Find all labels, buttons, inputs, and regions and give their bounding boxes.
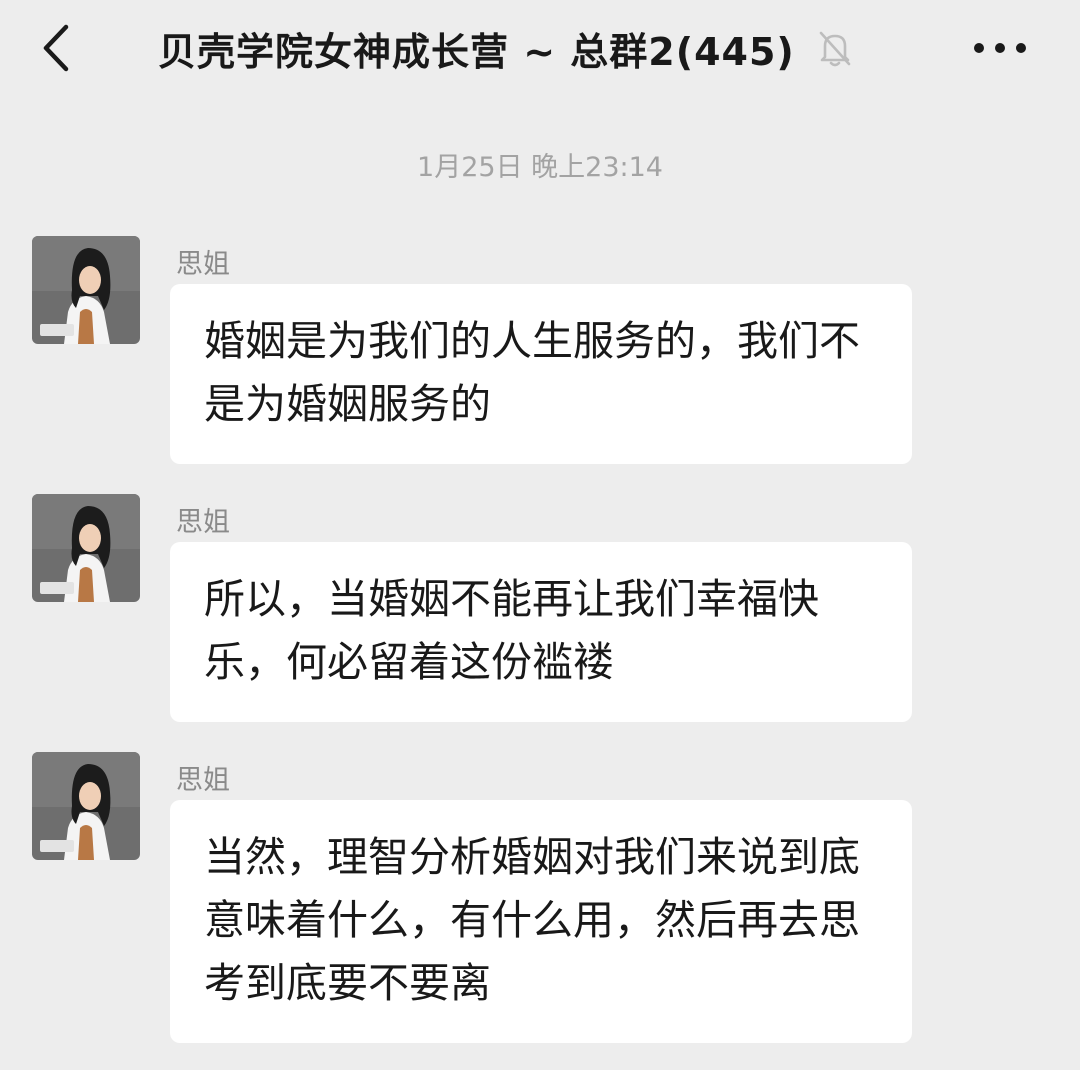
chat-title-group: 贝壳学院女神成长营 ~ 总群2(445) — [158, 18, 855, 78]
chat-title: 贝壳学院女神成长营 ~ 总群2(445) — [158, 29, 795, 74]
message-timestamp: 1月25日 晚上23:14 — [417, 152, 663, 183]
back-button[interactable] — [30, 20, 80, 76]
chat-message: 思姐 所以，当婚姻不能再让我们幸福快乐，何必留着这份褴褛 — [32, 494, 932, 724]
avatar[interactable] — [32, 236, 140, 344]
bell-off-icon — [815, 28, 855, 68]
sender-name: 思姐 — [176, 249, 230, 280]
chat-message: 思姐 婚姻是为我们的人生服务的，我们不是为婚姻服务的 — [32, 236, 932, 466]
message-bubble[interactable]: 所以，当婚姻不能再让我们幸福快乐，何必留着这份褴褛 — [170, 542, 912, 722]
avatar[interactable] — [32, 494, 140, 602]
avatar[interactable] — [32, 752, 140, 860]
more-dots-icon — [974, 43, 1026, 53]
chevron-left-icon — [43, 24, 69, 72]
chat-message: 思姐 当然，理智分析婚姻对我们来说到底意味着什么，有什么用，然后再去思考到底要不… — [32, 752, 932, 1052]
message-bubble[interactable]: 婚姻是为我们的人生服务的，我们不是为婚姻服务的 — [170, 284, 912, 464]
more-options-button[interactable] — [970, 26, 1030, 70]
sender-name: 思姐 — [176, 507, 230, 538]
message-bubble[interactable]: 当然，理智分析婚姻对我们来说到底意味着什么，有什么用，然后再去思考到底要不要离 — [170, 800, 912, 1043]
sender-name: 思姐 — [176, 765, 230, 796]
chat-header: 贝壳学院女神成长营 ~ 总群2(445) — [0, 0, 1080, 100]
